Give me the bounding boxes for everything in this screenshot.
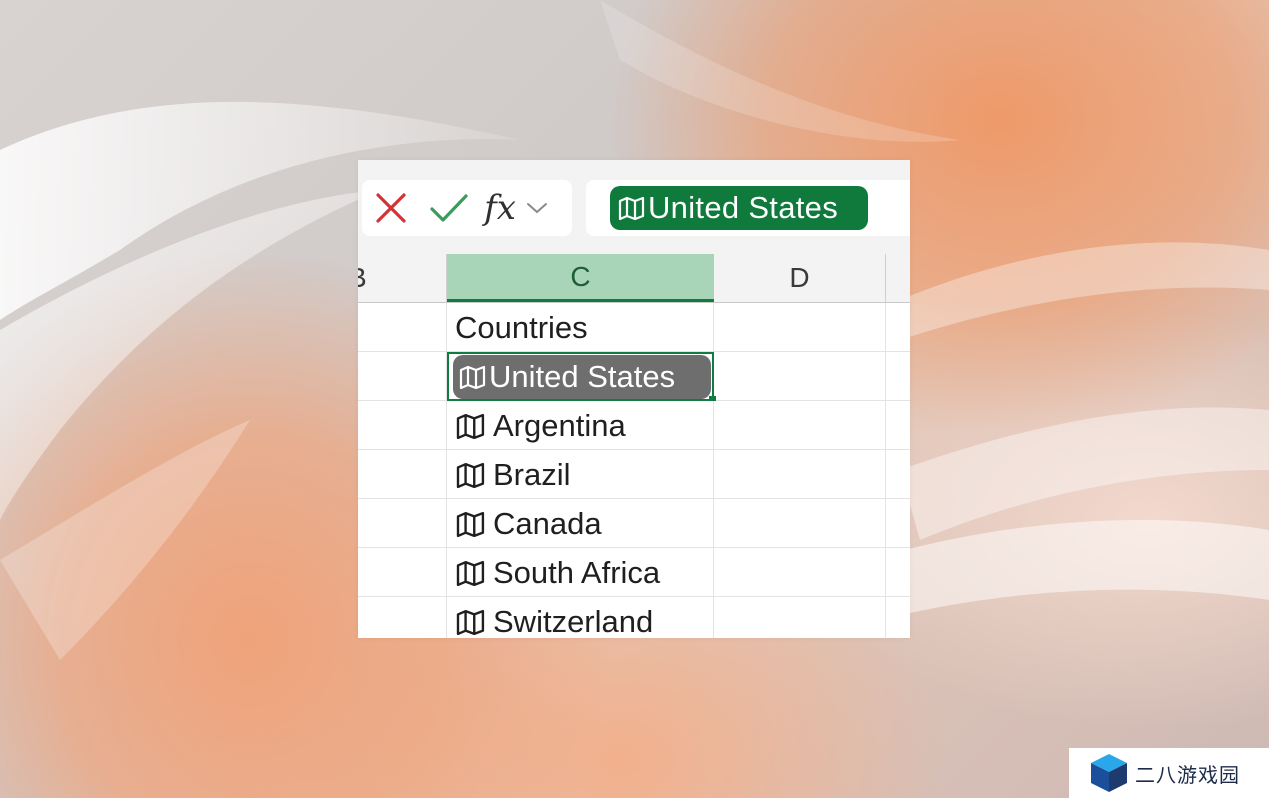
cell-b[interactable]: [358, 597, 447, 638]
formula-input[interactable]: United States: [586, 180, 910, 236]
map-icon: [618, 196, 646, 220]
cell-c[interactable]: Argentina: [447, 401, 714, 450]
excel-window: fx United States B C D Countrie: [358, 160, 910, 638]
cell-text: Countries: [455, 309, 588, 345]
map-icon[interactable]: [455, 609, 487, 635]
insert-function-button[interactable]: fx: [478, 180, 522, 236]
column-label: B: [358, 262, 367, 294]
enter-button[interactable]: [420, 180, 478, 236]
cube-logo-icon: [1091, 754, 1127, 792]
table-row: Brazil: [358, 450, 910, 499]
cell-text: Canada: [493, 505, 602, 541]
cell-c[interactable]: Brazil: [447, 450, 714, 499]
map-icon[interactable]: [455, 462, 487, 488]
map-icon: [459, 365, 487, 389]
cell-text: United States: [489, 358, 676, 394]
column-header-d[interactable]: D: [714, 254, 886, 302]
chevron-down-icon: [527, 203, 547, 214]
cell-c[interactable]: Canada: [447, 499, 714, 548]
watermark-text: 二八游戏园: [1135, 762, 1240, 787]
cell-d[interactable]: [714, 303, 886, 352]
function-dropdown-button[interactable]: [522, 180, 552, 236]
table-row: United States: [358, 352, 910, 401]
cell-b[interactable]: [358, 548, 447, 597]
cell-d[interactable]: [714, 548, 886, 597]
cell-d[interactable]: [714, 352, 886, 401]
fx-label: fx: [484, 188, 516, 228]
column-header-b[interactable]: B: [358, 254, 447, 302]
formula-value-text: United States: [648, 190, 839, 225]
column-headers: B C D: [358, 254, 910, 303]
cell-b[interactable]: [358, 450, 447, 499]
cell-b[interactable]: [358, 499, 447, 548]
cell-b[interactable]: [358, 303, 447, 352]
checkmark-icon: [430, 194, 468, 222]
cell-b[interactable]: [358, 352, 447, 401]
cell-d[interactable]: [714, 450, 886, 499]
cell-d[interactable]: [714, 499, 886, 548]
close-x-icon: [376, 193, 406, 223]
cell-c-header[interactable]: Countries: [447, 303, 714, 352]
cell-c-selected[interactable]: United States: [447, 352, 714, 401]
cell-c[interactable]: South Africa: [447, 548, 714, 597]
map-icon[interactable]: [455, 511, 487, 537]
column-header-c[interactable]: C: [447, 254, 714, 302]
table-row: Canada: [358, 499, 910, 548]
formula-bar: fx United States: [358, 160, 910, 254]
cell-b[interactable]: [358, 401, 447, 450]
map-icon[interactable]: [455, 560, 487, 586]
map-icon[interactable]: [455, 413, 487, 439]
cell-d[interactable]: [714, 401, 886, 450]
cell-grid: Countries United States Argentina Brazil…: [358, 303, 910, 638]
cell-text: Switzerland: [493, 603, 654, 639]
cell-c[interactable]: Switzerland: [447, 597, 714, 638]
column-label: C: [570, 260, 591, 292]
data-type-chip[interactable]: United States: [453, 354, 711, 399]
watermark: 二八游戏园: [1069, 748, 1269, 798]
cell-d[interactable]: [714, 597, 886, 638]
cell-text: Argentina: [493, 407, 626, 443]
formula-value-chip[interactable]: United States: [610, 186, 868, 230]
cell-text: Brazil: [493, 456, 571, 492]
table-row: Countries: [358, 303, 910, 352]
table-row: South Africa: [358, 548, 910, 597]
table-row: Switzerland: [358, 597, 910, 638]
cell-text: South Africa: [493, 554, 661, 590]
formula-bar-controls: fx: [362, 180, 572, 236]
table-row: Argentina: [358, 401, 910, 450]
cancel-button[interactable]: [362, 180, 420, 236]
column-label: D: [789, 262, 810, 293]
